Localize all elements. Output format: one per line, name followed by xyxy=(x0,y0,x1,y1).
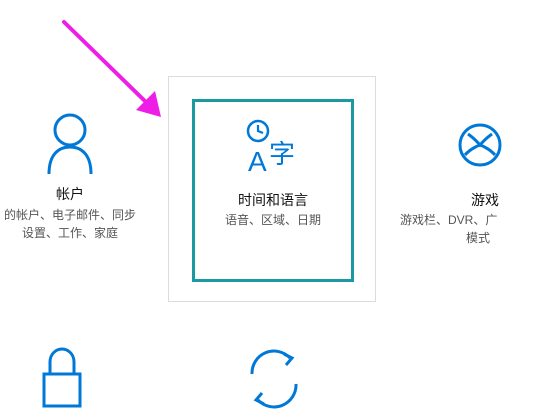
tile-gaming-desc-1: 游戏栏、DVR、广 xyxy=(400,213,498,227)
lock-icon[interactable] xyxy=(40,346,84,409)
focus-highlight-box xyxy=(192,99,354,282)
tile-gaming-title: 游戏 xyxy=(471,192,499,208)
pointer-arrow-icon xyxy=(60,18,170,123)
tile-accounts[interactable]: 帐户 的帐户、电子邮件、同步 设置、工作、家庭 xyxy=(0,110,150,242)
tile-accounts-title: 帐户 xyxy=(56,186,84,202)
tile-accounts-desc-1: 的帐户、电子邮件、同步 xyxy=(3,208,136,222)
xbox-gaming-icon xyxy=(457,122,503,168)
tile-gaming-desc-2: 模式 xyxy=(466,231,491,245)
tile-accounts-desc-2: 设置、工作、家庭 xyxy=(21,226,118,240)
sync-update-icon[interactable] xyxy=(244,346,304,409)
